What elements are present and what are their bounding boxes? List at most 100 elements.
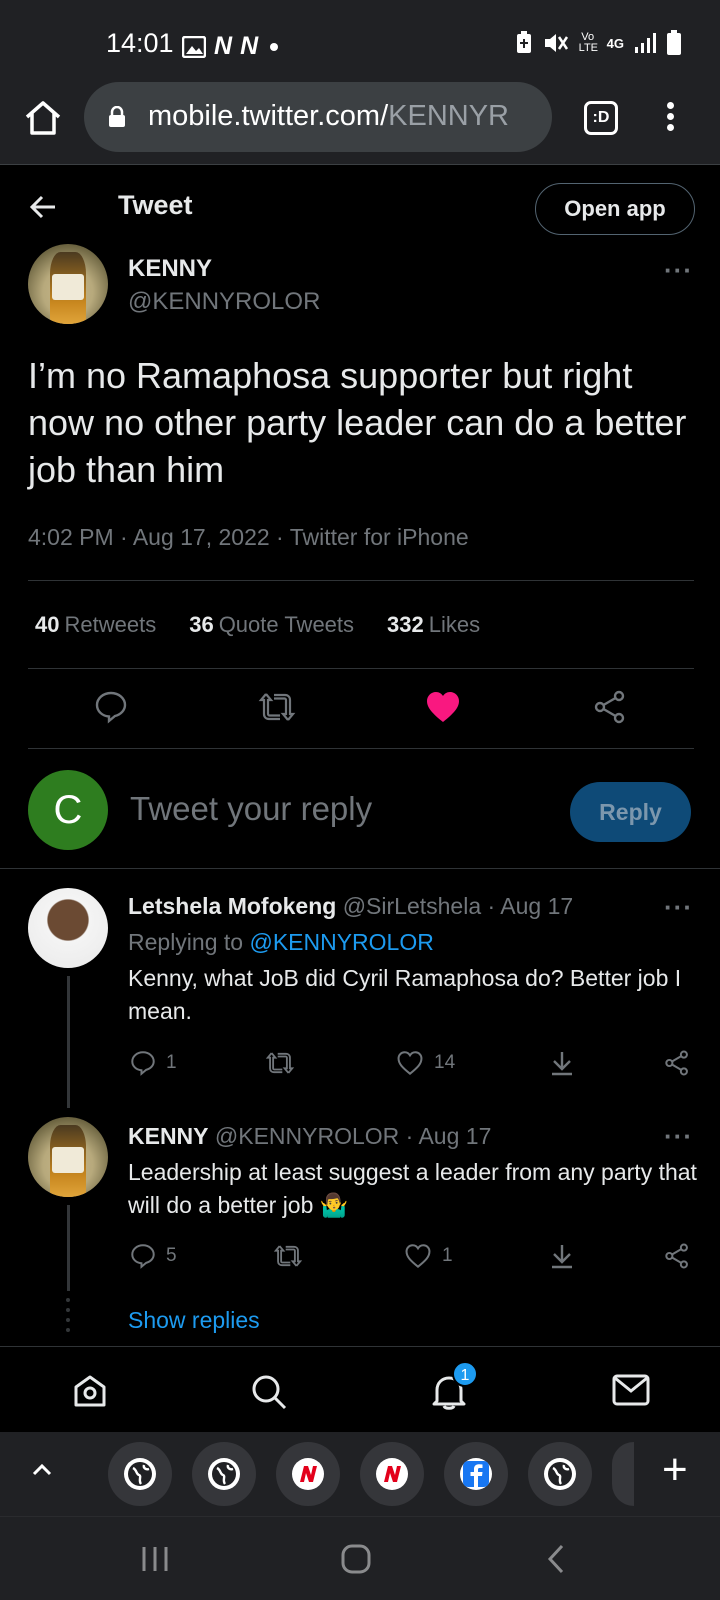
share-icon[interactable] (664, 1050, 690, 1076)
nav-messages-icon[interactable] (612, 1373, 650, 1407)
quote-tweets-stat[interactable]: 36 Quote Tweets (189, 612, 354, 638)
like-icon (405, 1244, 431, 1268)
browser-toolbar: mobile.twitter.com/KENNYR :D (0, 80, 720, 165)
status-notification-icons: N N (182, 32, 279, 61)
retweet-icon[interactable] (273, 1243, 303, 1269)
reply-count: 5 (166, 1245, 177, 1266)
more-notifications-dot (270, 42, 279, 51)
system-navigation-bar (0, 1516, 720, 1600)
tweet-more-icon[interactable]: ··· (664, 255, 693, 286)
reply-author-avatar[interactable] (28, 888, 108, 968)
system-home-icon[interactable] (340, 1543, 372, 1575)
divider (28, 580, 694, 581)
mute-icon (544, 34, 568, 52)
share-icon[interactable] (664, 1243, 690, 1269)
thread-line (67, 976, 70, 1108)
download-icon[interactable] (549, 1243, 575, 1269)
tab-globe[interactable] (108, 1442, 172, 1506)
news-n-icon (300, 1466, 317, 1482)
tab-globe[interactable] (528, 1442, 592, 1506)
browser-tab-strip: + (0, 1432, 720, 1516)
tab-facebook[interactable] (444, 1442, 508, 1506)
reply-like-action[interactable]: 1 (404, 1243, 453, 1269)
tab-news[interactable] (360, 1442, 424, 1506)
reply-text: Kenny, what JoB did Cyril Ramaphosa do? … (128, 965, 682, 1024)
reply-more-icon[interactable]: ··· (664, 1121, 693, 1152)
reply-more-icon[interactable]: ··· (664, 892, 693, 923)
nav-home-icon[interactable] (72, 1373, 108, 1409)
globe-icon (128, 1462, 152, 1486)
news-app-icon: N (214, 32, 233, 60)
current-user-avatar[interactable]: C (28, 770, 108, 850)
battery-saver-icon (516, 31, 531, 53)
url-path: KENNYR (388, 100, 509, 132)
tweet-stats: 40 Retweets 36 Quote Tweets 332 Likes (35, 612, 480, 638)
page-title: Tweet (118, 190, 193, 220)
share-icon[interactable] (593, 690, 627, 724)
show-replies-link[interactable]: Show replies (128, 1307, 260, 1334)
reply-icon (131, 1051, 155, 1076)
url-text: mobile.twitter.com/KENNYR (148, 100, 509, 133)
reply-icon[interactable] (94, 690, 128, 724)
gallery-icon (182, 35, 206, 58)
download-icon[interactable] (549, 1050, 575, 1076)
chevron-up-icon[interactable] (28, 1456, 56, 1484)
reply-header[interactable]: Letshela Mofokeng @SirLetshela · Aug 17 (128, 893, 573, 920)
retweet-icon[interactable] (258, 690, 296, 724)
author-avatar[interactable] (28, 244, 108, 324)
tab-news[interactable] (276, 1442, 340, 1506)
browser-menu-icon[interactable] (660, 98, 680, 138)
like-count: 1 (442, 1245, 453, 1266)
replying-to: Replying to @KENNYROLOR (128, 929, 434, 955)
globe-icon (212, 1462, 236, 1486)
battery-icon (667, 30, 681, 55)
system-back-icon[interactable] (546, 1543, 566, 1575)
reply-input[interactable]: Tweet your reply (130, 790, 372, 828)
recent-apps-icon[interactable] (140, 1545, 170, 1573)
reply-like-action[interactable]: 14 (396, 1050, 455, 1076)
like-count: 14 (434, 1052, 456, 1073)
url-host: mobile.twitter.com/ (148, 100, 389, 132)
news-n-icon (384, 1466, 401, 1482)
status-bar: 14:01 N N Vo LTE 4G (0, 0, 720, 80)
lock-icon (109, 106, 125, 127)
reply-author-avatar[interactable] (28, 1117, 108, 1197)
likes-stat[interactable]: 332 Likes (387, 612, 480, 638)
new-tab-plus-icon[interactable]: + (662, 1448, 688, 1492)
author-name[interactable]: KENNY (128, 255, 212, 283)
status-system-icons: Vo LTE 4G (515, 30, 682, 56)
nav-search-icon[interactable] (250, 1373, 288, 1411)
thread-continuation-dots (66, 1298, 70, 1332)
reply-button[interactable]: Reply (570, 782, 691, 842)
volte-label: Vo LTE (578, 31, 599, 54)
retweet-icon[interactable] (265, 1050, 295, 1076)
signal-icon (635, 33, 656, 53)
twitter-bottom-nav: 1 (0, 1346, 720, 1432)
reply-header[interactable]: KENNY @KENNYROLOR · Aug 17 (128, 1123, 491, 1150)
divider (28, 668, 694, 669)
notification-badge: 1 (452, 1361, 478, 1387)
reply-reply-action[interactable]: 5 (130, 1243, 177, 1269)
network-label: 4G (606, 35, 624, 51)
facebook-icon (463, 1461, 489, 1487)
url-bar[interactable]: mobile.twitter.com/KENNYR (84, 82, 552, 152)
tweet-text: I’m no Ramaphosa supporter but right now… (28, 355, 687, 490)
home-icon[interactable] (22, 97, 64, 139)
reply-reply-action[interactable]: 1 (130, 1050, 177, 1076)
divider (28, 748, 694, 749)
open-app-button[interactable]: Open app (535, 183, 695, 235)
status-time: 14:01 (106, 28, 174, 58)
like-icon (397, 1051, 423, 1075)
replying-to-link[interactable]: @KENNYROLOR (249, 929, 433, 955)
back-arrow-icon[interactable] (28, 192, 58, 222)
like-icon-active[interactable] (425, 690, 461, 724)
tab-switcher-button[interactable]: :D (584, 101, 618, 135)
tab-partial[interactable] (612, 1442, 634, 1506)
author-handle[interactable]: @KENNYROLOR (128, 288, 320, 316)
reply-text: Leadership at least suggest a leader fro… (128, 1159, 697, 1218)
retweets-stat[interactable]: 40 Retweets (35, 612, 156, 638)
tweet-timestamp[interactable]: 4:02 PM · Aug 17, 2022 · Twitter for iPh… (28, 524, 469, 551)
news-app-icon-2: N (240, 32, 259, 60)
tab-globe[interactable] (192, 1442, 256, 1506)
thread-line (67, 1205, 70, 1291)
